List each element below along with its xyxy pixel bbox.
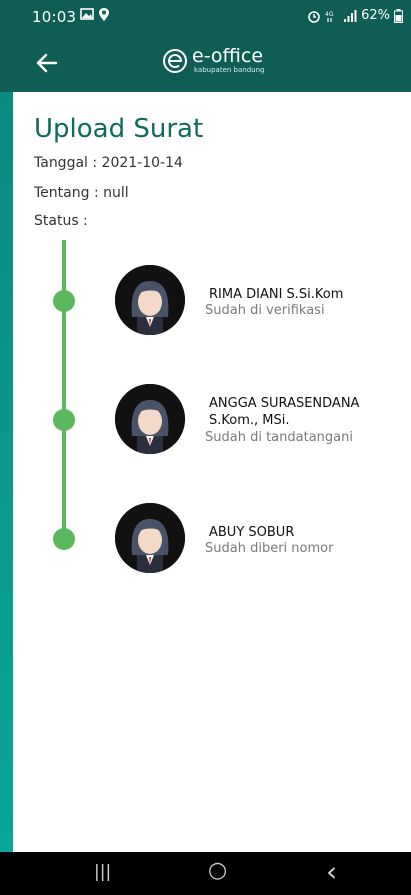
- gallery-icon: [80, 8, 94, 20]
- background-strip: [0, 92, 13, 852]
- meta-tentang: Tentang : null: [34, 185, 129, 201]
- content-card: Upload Surat Tanggal : 2021-10-14 Tentan…: [13, 92, 411, 852]
- timeline-dot: [53, 528, 75, 550]
- timeline-name: ABUY SOBUR: [209, 525, 295, 540]
- timeline-dot: [53, 409, 75, 431]
- status-time: 10:03: [32, 8, 77, 26]
- avatar: [115, 503, 185, 573]
- timeline-name: RIMA DIANI S.Si.Kom: [209, 287, 344, 302]
- app-logo: e-office kabupaten bandung: [162, 47, 264, 74]
- timeline-dot: [53, 290, 75, 312]
- timeline-status: Sudah diberi nomor: [205, 541, 334, 556]
- avatar: [115, 265, 185, 335]
- alarm-icon: [308, 10, 320, 23]
- nav-back-button[interactable]: ‹: [326, 855, 337, 888]
- signal-icon: [344, 9, 357, 22]
- page-title: Upload Surat: [34, 114, 204, 144]
- status-bar: 10:03 4G 62%: [0, 0, 411, 34]
- logo-name: e-office: [192, 45, 264, 67]
- timeline-status: Sudah di tandatangani: [205, 430, 353, 445]
- app-bar: e-office kabupaten bandung: [0, 34, 411, 92]
- network-icon: 4G: [325, 11, 334, 22]
- logo-mark-icon: [163, 48, 187, 73]
- recent-apps-button[interactable]: |||: [94, 862, 111, 882]
- location-icon: [99, 8, 109, 21]
- timeline-status: Sudah di verifikasi: [205, 303, 325, 318]
- timeline-line: [62, 240, 66, 540]
- timeline-name: ANGGA SURASENDANA S.Kom., MSi.: [209, 396, 360, 428]
- battery-percent: 62%: [361, 8, 390, 23]
- system-nav-bar: ||| ○ ‹: [0, 852, 411, 895]
- back-button[interactable]: [32, 48, 64, 78]
- svg-text:4G: 4G: [325, 11, 334, 18]
- battery-icon: [394, 8, 403, 23]
- logo-subtitle: kabupaten bandung: [194, 66, 265, 74]
- meta-status-label: Status :: [34, 213, 88, 229]
- arrow-left-icon: [36, 53, 58, 73]
- meta-tanggal: Tanggal : 2021-10-14: [34, 155, 183, 171]
- avatar: [115, 384, 185, 454]
- home-button[interactable]: ○: [208, 858, 227, 883]
